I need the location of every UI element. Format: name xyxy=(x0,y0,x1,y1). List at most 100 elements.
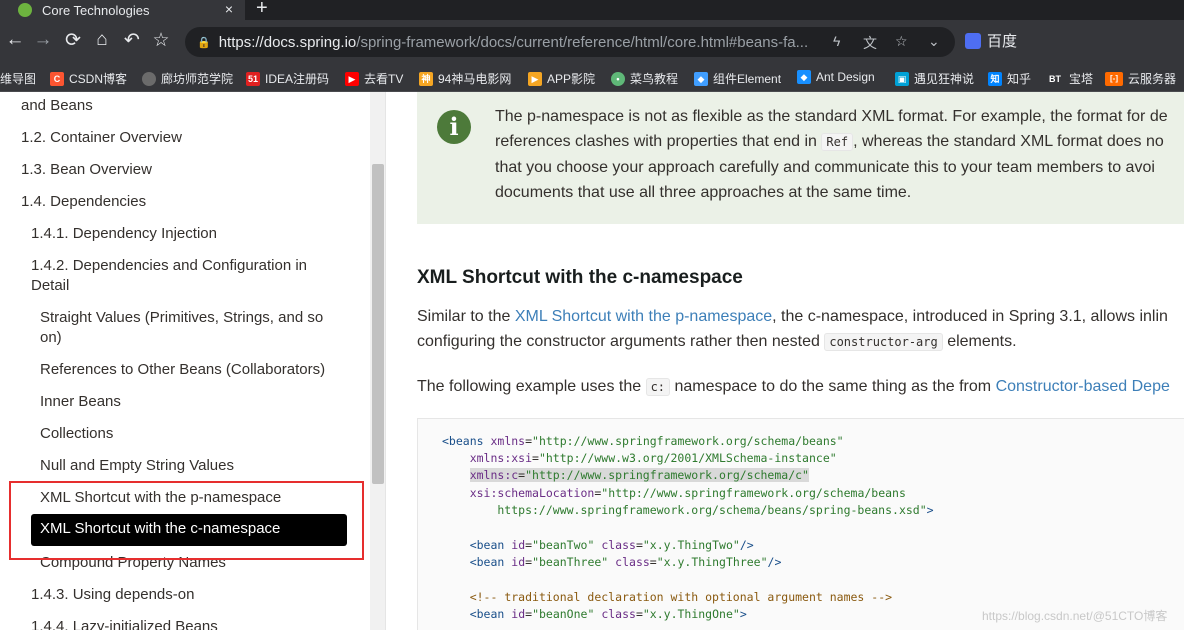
note-line: references clashes with properties that … xyxy=(495,129,1184,155)
sidebar-scrollbar-thumb[interactable] xyxy=(372,164,384,484)
tab-strip: Core Technologies × + xyxy=(0,0,1184,20)
note-line: documents that use all three approaches … xyxy=(495,184,912,201)
code-line-highlighted: xmlns:c="http://www.springframework.org/… xyxy=(469,468,809,482)
bookmark-lfnu[interactable]: 廊坊师范学院 xyxy=(142,70,233,87)
code-line: <bean id="beanThree" class="x.y.ThingThr… xyxy=(469,555,782,569)
bt-icon: BT xyxy=(1046,71,1064,86)
code-line: https://www.springframework.org/schema/b… xyxy=(442,503,934,517)
text: elements. xyxy=(947,333,1017,350)
antd-icon: ◆ xyxy=(797,70,811,84)
address-bar[interactable]: 🔒 https://docs.spring.io/spring-framewor… xyxy=(185,27,955,57)
bookmark-qukantv[interactable]: ▶ 去看TV xyxy=(345,70,403,87)
info-icon: i xyxy=(437,110,471,144)
bookmark-label: 维导图 xyxy=(0,72,37,86)
code-line: xsi:schemaLocation="http://www.springfra… xyxy=(469,486,906,500)
bookmark-ant-design[interactable]: ◆ Ant Design xyxy=(797,70,875,84)
inline-code: Ref xyxy=(821,133,854,151)
back-icon[interactable]: ← xyxy=(4,29,26,51)
note-text: The p-namespace is not as flexible as th… xyxy=(495,104,1184,205)
bookmark-label: 云服务器 xyxy=(1128,72,1177,86)
toc-item[interactable]: Straight Values (Primitives, Strings, an… xyxy=(40,308,360,328)
toc-item[interactable]: 1.2. Container Overview xyxy=(21,128,341,148)
note-line: The p-namespace is not as flexible as th… xyxy=(495,108,1168,125)
bookmark-label: 组件Element xyxy=(713,72,782,86)
bookmark-zhihu[interactable]: 知 知乎 xyxy=(988,70,1031,87)
toc-item[interactable]: Null and Empty String Values xyxy=(40,456,360,476)
undo-icon[interactable]: ↶ xyxy=(121,29,143,52)
bookmark-label: 知乎 xyxy=(1007,72,1032,86)
bookmark-baota[interactable]: BT 宝塔 xyxy=(1046,70,1093,87)
bookmark-label: 遇见狂神说 xyxy=(914,72,975,86)
forward-icon[interactable]: → xyxy=(32,29,54,51)
bookmark-app-cinema[interactable]: ▶ APP影院 xyxy=(528,70,595,87)
toc-item[interactable]: 1.4.2. Dependencies and Configuration in xyxy=(31,256,351,276)
spring-favicon-icon xyxy=(18,3,32,17)
p-namespace-link[interactable]: XML Shortcut with the p-namespace xyxy=(515,308,772,325)
baidu-extension[interactable]: 百度 xyxy=(965,30,1017,51)
inline-code: c: xyxy=(645,378,671,396)
bookmark-label: CSDN博客 xyxy=(69,72,128,86)
lightning-icon[interactable]: ϟ xyxy=(833,33,840,49)
inline-code: constructor-arg xyxy=(824,333,943,351)
text: , the c-namespace, introduced in Spring … xyxy=(772,308,1168,325)
bookmark-label: 菜鸟教程 xyxy=(630,72,679,86)
url-host: https://docs.spring.io xyxy=(218,33,357,51)
xml-code-block[interactable]: <beans xmlns="http://www.springframework… xyxy=(417,418,1184,630)
code-line: <!-- traditional declaration with option… xyxy=(469,590,893,604)
main-content: i The p-namespace is not as flexible as … xyxy=(387,92,1184,630)
toc-item[interactable]: References to Other Beans (Collaborators… xyxy=(40,360,360,380)
toc-item[interactable]: 1.4.1. Dependency Injection xyxy=(31,224,351,244)
toc-item-continued[interactable]: Detail xyxy=(31,276,351,296)
bookmark-94shenma[interactable]: 神 94神马电影网 xyxy=(419,70,511,87)
toc-item-continued[interactable]: on) xyxy=(40,328,360,348)
paragraph-line: Similar to the XML Shortcut with the p-n… xyxy=(417,304,1168,329)
bookmark-label: APP影院 xyxy=(547,72,596,86)
toc-item[interactable]: 1.3. Bean Overview xyxy=(21,160,341,180)
bookmarks-bar: 维导图 C CSDN博客 廊坊师范学院 51 IDEA注册码 ▶ 去看TV 神 … xyxy=(0,64,1184,92)
reload-icon[interactable]: ⟳ xyxy=(62,29,84,52)
toc-item[interactable]: Inner Beans xyxy=(40,392,360,412)
toc-item[interactable]: 1.4.3. Using depends-on xyxy=(31,585,351,605)
bookmark-mindmap[interactable]: 维导图 xyxy=(0,70,36,87)
text: namespace to do the same thing as the fr… xyxy=(674,378,992,395)
bookmark-label: Ant Design xyxy=(816,70,875,84)
bookmark-idea[interactable]: 51 IDEA注册码 xyxy=(246,70,329,87)
bookmark-runoob[interactable]: • 菜鸟教程 xyxy=(611,70,678,87)
text: configuring the constructor arguments ra… xyxy=(417,333,820,350)
bookmark-label: 94神马电影网 xyxy=(438,72,512,86)
bookmark-csdn[interactable]: C CSDN博客 xyxy=(50,70,127,87)
home-icon[interactable]: ⌂ xyxy=(91,29,113,51)
star-icon[interactable]: ☆ xyxy=(895,33,908,50)
element-icon: ◆ xyxy=(694,71,708,86)
bookmark-star-icon[interactable]: ☆ xyxy=(150,29,172,52)
zhihu-icon: 知 xyxy=(988,71,1002,86)
shenma-icon: 神 xyxy=(419,71,433,86)
play-icon: ▶ xyxy=(528,71,542,86)
translate-icon[interactable]: 文 xyxy=(863,33,877,53)
toc-item[interactable]: 1.4. Dependencies xyxy=(21,192,341,212)
code-line: xmlns:xsi="http://www.w3.org/2001/XMLSch… xyxy=(469,451,837,465)
chevron-down-icon[interactable]: ⌄ xyxy=(928,33,940,50)
baidu-label: 百度 xyxy=(987,33,1018,50)
constructor-di-link[interactable]: Constructor-based Depe xyxy=(996,378,1170,395)
paragraph-line: configuring the constructor arguments ra… xyxy=(417,329,1017,355)
csdn-icon: C xyxy=(50,71,64,86)
bookmark-element[interactable]: ◆ 组件Element xyxy=(694,70,781,87)
toc-item[interactable]: Collections xyxy=(40,424,360,444)
note-text-part: references clashes with properties that … xyxy=(495,133,817,150)
toc-item[interactable]: and Beans xyxy=(21,96,341,116)
note-admonition: i The p-namespace is not as flexible as … xyxy=(417,92,1184,224)
toc-item[interactable]: 1.4.4. Lazy-initialized Beans xyxy=(31,617,351,630)
bookmark-label: 廊坊师范学院 xyxy=(161,72,234,86)
runoob-icon: • xyxy=(611,71,625,86)
bookmark-kuangshen[interactable]: ▣ 遇见狂神说 xyxy=(895,70,974,87)
bookmark-label: 去看TV xyxy=(364,72,404,86)
new-tab-button[interactable]: + xyxy=(256,0,268,20)
note-text-part: , whereas the standard XML format does n… xyxy=(853,133,1164,150)
toc-sidebar: and Beans 1.2. Container Overview 1.3. B… xyxy=(0,92,386,630)
browser-tab[interactable]: Core Technologies × xyxy=(0,0,245,20)
close-tab-icon[interactable]: × xyxy=(225,1,233,17)
lock-icon: 🔒 xyxy=(197,36,211,49)
bookmark-label: 宝塔 xyxy=(1069,72,1094,86)
bookmark-cloud-server[interactable]: [-] 云服务器 xyxy=(1105,70,1176,87)
